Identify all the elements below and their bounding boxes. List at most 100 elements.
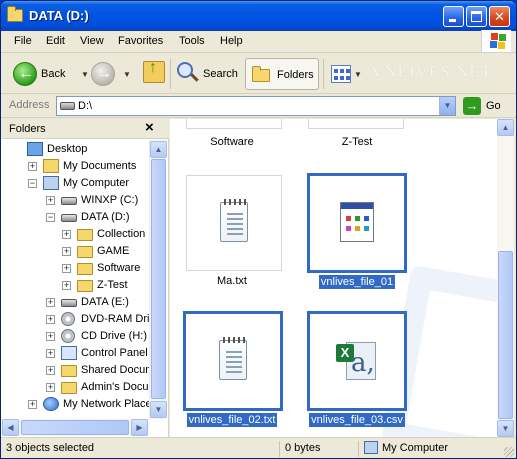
toolbar-separator (323, 59, 324, 89)
tree-item[interactable]: + Admin's Documen (1, 379, 149, 396)
tree-item[interactable]: + CD Drive (H:) (1, 328, 149, 345)
scroll-right-button[interactable]: ▶ (131, 419, 148, 436)
tree-item-label: Desktop (47, 143, 88, 155)
tree-item[interactable]: − DATA (D:) (1, 209, 149, 226)
up-folder-button[interactable]: ↑ (143, 59, 165, 83)
tree-item-label: My Network Places (63, 398, 149, 410)
file-label[interactable]: Z-Test (297, 136, 417, 148)
file-thumbnail-vnlives-file-01[interactable] (307, 173, 407, 273)
scroll-down-button[interactable]: ▼ (497, 420, 514, 437)
address-dropdown-button[interactable]: ▼ (439, 97, 455, 115)
tree-item[interactable]: + Software (1, 260, 149, 277)
file-thumbnail-ma-txt[interactable] (186, 175, 282, 271)
resize-grip[interactable] (504, 447, 514, 457)
expand-icon[interactable]: + (62, 264, 71, 273)
expand-icon[interactable]: + (46, 366, 55, 375)
folders-pane: Folders × Desktop + My Documents − My Comput… (1, 119, 169, 437)
collapse-icon[interactable]: − (46, 213, 55, 222)
folder-thumbnail[interactable] (186, 119, 282, 129)
tree-item[interactable]: + GAME (1, 243, 149, 260)
title-bar[interactable]: DATA (D:) ✕ (1, 1, 516, 31)
search-button[interactable]: Search (175, 60, 241, 88)
close-button[interactable]: ✕ (489, 6, 510, 27)
menu-view[interactable]: View (80, 35, 104, 47)
tree-item[interactable]: + Control Panel (1, 345, 149, 362)
tree-item[interactable]: + Shared Document (1, 362, 149, 379)
status-bar: 3 objects selected 0 bytes My Computer (1, 437, 516, 458)
file-label[interactable]: Ma.txt (172, 275, 292, 287)
menu-favorites[interactable]: Favorites (118, 35, 163, 47)
tree-horizontal-scrollbar[interactable]: ◀ ▶ (1, 419, 149, 436)
file-thumbnail-vnlives-file-02[interactable] (183, 311, 283, 411)
menu-tools[interactable]: Tools (179, 35, 205, 47)
folders-pane-header: Folders × (1, 119, 169, 139)
go-label: Go (486, 100, 501, 112)
folder-thumbnail[interactable] (308, 119, 404, 129)
excel-csv-icon: X a, (336, 340, 378, 382)
expand-icon[interactable]: + (62, 281, 71, 290)
minimize-button[interactable] (443, 6, 464, 27)
status-size: 0 bytes (285, 442, 321, 454)
tree-item[interactable]: + DVD-RAM Drive (F (1, 311, 149, 328)
tree-item[interactable]: Desktop (1, 141, 149, 158)
tree-item[interactable]: + DATA (E:) (1, 294, 149, 311)
expand-icon[interactable]: + (28, 162, 37, 171)
folders-button[interactable]: Folders (245, 58, 319, 90)
scroll-up-button[interactable]: ▲ (497, 119, 514, 136)
tree-item[interactable]: + WINXP (C:) (1, 192, 149, 209)
scroll-thumb[interactable] (151, 159, 166, 399)
tree-vertical-scrollbar[interactable]: ▲ ▼ (149, 139, 167, 419)
expand-icon[interactable]: + (46, 196, 55, 205)
expand-icon[interactable]: + (46, 315, 55, 324)
minimize-icon (449, 19, 456, 22)
scroll-up-button[interactable]: ▲ (150, 141, 167, 158)
expand-icon[interactable]: + (46, 298, 55, 307)
expand-icon[interactable]: + (28, 400, 37, 409)
expand-icon[interactable]: + (46, 349, 55, 358)
forward-dropdown-icon[interactable]: ▼ (123, 70, 131, 79)
expand-icon[interactable]: + (62, 247, 71, 256)
scroll-down-button[interactable]: ▼ (150, 401, 167, 418)
my-computer-icon (364, 441, 378, 454)
scroll-thumb[interactable] (21, 420, 129, 435)
tree-item[interactable]: + My Documents (1, 158, 149, 175)
tree-item[interactable]: + Z-Test (1, 277, 149, 294)
menu-bar: File Edit View Favorites Tools Help VNLI… (1, 31, 516, 81)
tree-item[interactable]: − My Computer (1, 175, 149, 192)
address-input[interactable]: D:\ ▼ (56, 96, 456, 116)
forward-button[interactable]: → (91, 62, 115, 86)
search-label: Search (203, 68, 238, 80)
file-label[interactable]: Software (172, 136, 292, 148)
file-view[interactable]: Software Z-Test Ma.txt vnlives_file_01 v… (170, 119, 497, 437)
network-icon (43, 397, 59, 411)
scroll-thumb[interactable] (498, 251, 513, 419)
text-document-icon (220, 199, 248, 242)
folders-pane-close-button[interactable]: × (145, 119, 154, 136)
scroll-left-button[interactable]: ◀ (2, 419, 19, 436)
back-button[interactable]: ← Back ▼ (11, 60, 89, 88)
expand-icon[interactable]: + (46, 332, 55, 341)
tree-item-label: WINXP (C:) (81, 194, 139, 206)
go-button[interactable]: → Go (463, 97, 513, 115)
close-icon: ✕ (494, 9, 505, 24)
collapse-icon[interactable]: − (28, 179, 37, 188)
tree-item-label: Collection (97, 228, 146, 240)
menu-edit[interactable]: Edit (46, 35, 65, 47)
menu-help[interactable]: Help (220, 35, 243, 47)
views-button[interactable]: ▼ (329, 63, 363, 85)
drive-icon (61, 197, 77, 205)
expand-icon[interactable]: + (62, 230, 71, 239)
folder-icon (61, 365, 77, 377)
tree-item-label: Control Panel (81, 347, 148, 359)
file-label[interactable]: vnlives_file_01 (297, 275, 417, 289)
maximize-button[interactable] (466, 6, 487, 27)
tree-item[interactable]: + Collection (1, 226, 149, 243)
content-vertical-scrollbar[interactable]: ▲ ▼ (497, 119, 514, 437)
file-label[interactable]: vnlives_file_03.csv (297, 413, 417, 427)
menu-file[interactable]: File (14, 35, 32, 47)
back-dropdown-icon[interactable]: ▼ (81, 70, 89, 79)
tree-item[interactable]: + My Network Places (1, 396, 149, 413)
file-thumbnail-vnlives-file-03[interactable]: X a, (307, 311, 407, 411)
file-label[interactable]: vnlives_file_02.txt (172, 413, 292, 427)
expand-icon[interactable]: + (46, 383, 55, 392)
